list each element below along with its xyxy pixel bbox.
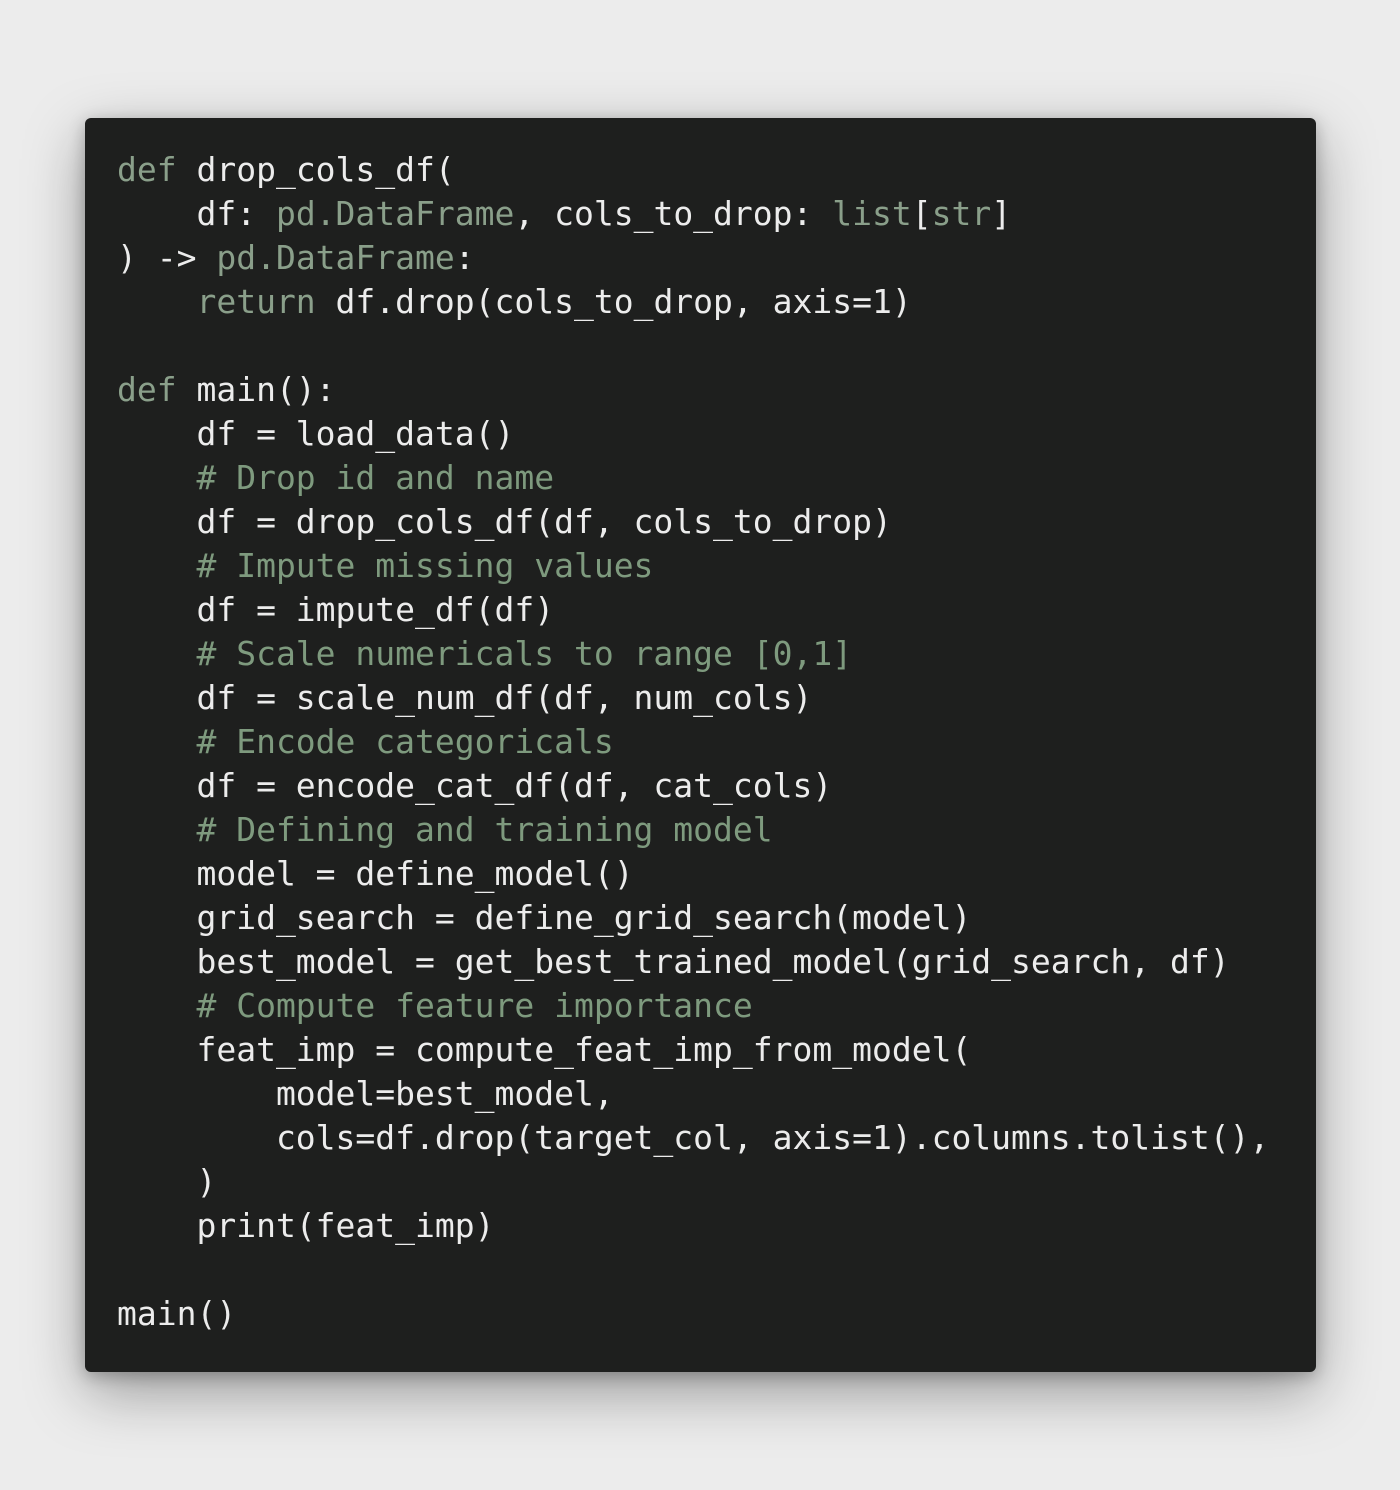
code-token: df = impute_df(df) xyxy=(117,590,555,629)
code-line: # Compute feature importance xyxy=(117,984,1269,1028)
code-token: df = load_data() xyxy=(117,414,515,453)
code-line: df = impute_df(df) xyxy=(117,588,1269,632)
code-token: ) -> xyxy=(117,238,217,277)
code-token: df: xyxy=(117,194,276,233)
type-token: pd.DataFrame xyxy=(216,238,455,277)
code-comment: # Impute missing values xyxy=(117,546,654,585)
code-token: model = define_model() xyxy=(117,854,634,893)
code-line: feat_imp = compute_feat_imp_from_model( xyxy=(117,1028,1269,1072)
code-token: grid_search = define_grid_search(model) xyxy=(117,898,972,937)
code-line: model=best_model, xyxy=(117,1072,1269,1116)
code-line: grid_search = define_grid_search(model) xyxy=(117,896,1269,940)
code-line: # Encode categoricals xyxy=(117,720,1269,764)
code-token: cols=df.drop(target_col, axis=1).columns… xyxy=(117,1118,1270,1157)
type-token: pd.DataFrame xyxy=(275,194,515,233)
code-line: model = define_model() xyxy=(117,852,1269,896)
code-comment: # Compute feature importance xyxy=(117,986,753,1025)
code-line: # Scale numericals to range [0,1] xyxy=(117,632,1269,676)
code-line: def drop_cols_df( xyxy=(117,148,1269,192)
code-token: main(): xyxy=(176,370,336,409)
code-token: best_model = get_best_trained_model(grid… xyxy=(117,942,1230,981)
code-comment: # Encode categoricals xyxy=(117,722,614,761)
code-token: main() xyxy=(117,1294,237,1333)
code-line: print(feat_imp) xyxy=(117,1204,1269,1248)
code-token: , cols_to_drop: xyxy=(514,194,833,233)
code-line: # Defining and training model xyxy=(117,808,1269,852)
code-line: cols=df.drop(target_col, axis=1).columns… xyxy=(117,1116,1269,1160)
code-line: return df.drop(cols_to_drop, axis=1) xyxy=(117,280,1269,324)
code-comment: # Drop id and name xyxy=(117,458,555,497)
keyword-token: def xyxy=(117,150,177,189)
code-token: df = encode_cat_df(df, cat_cols) xyxy=(117,766,833,805)
type-token: list xyxy=(832,194,912,233)
code-line: df = scale_num_df(df, num_cols) xyxy=(117,676,1269,720)
keyword-token: def xyxy=(117,370,177,409)
code-token: df = scale_num_df(df, num_cols) xyxy=(117,678,813,717)
code-token: ) xyxy=(117,1162,217,1201)
code-token: print(feat_imp) xyxy=(117,1206,495,1245)
code-line: df = load_data() xyxy=(117,412,1269,456)
code-token: ] xyxy=(991,194,1012,233)
code-block[interactable]: def drop_cols_df( df: pd.DataFrame, cols… xyxy=(117,148,1269,1336)
code-line: ) -> pd.DataFrame: xyxy=(117,236,1269,280)
code-token: model=best_model, xyxy=(117,1074,614,1113)
code-token: : xyxy=(454,238,475,277)
code-comment: # Scale numericals to range [0,1] xyxy=(117,634,853,673)
code-token: drop_cols_df( xyxy=(176,150,455,189)
code-token: df = drop_cols_df(df, cols_to_drop) xyxy=(117,502,892,541)
code-line: ) xyxy=(117,1160,1269,1204)
code-line: main() xyxy=(117,1292,1269,1336)
code-window: def drop_cols_df( df: pd.DataFrame, cols… xyxy=(85,118,1316,1372)
code-token: feat_imp = compute_feat_imp_from_model( xyxy=(117,1030,972,1069)
code-line: # Drop id and name xyxy=(117,456,1269,500)
code-line: df = drop_cols_df(df, cols_to_drop) xyxy=(117,500,1269,544)
code-line: # Impute missing values xyxy=(117,544,1269,588)
code-line: best_model = get_best_trained_model(grid… xyxy=(117,940,1269,984)
code-token: df.drop(cols_to_drop, axis=1) xyxy=(315,282,912,321)
code-line: df = encode_cat_df(df, cat_cols) xyxy=(117,764,1269,808)
code-token: [ xyxy=(911,194,932,233)
code-line: df: pd.DataFrame, cols_to_drop: list[str… xyxy=(117,192,1269,236)
code-comment: # Defining and training model xyxy=(117,810,773,849)
code-line: def main(): xyxy=(117,368,1269,412)
keyword-token: return xyxy=(117,282,316,321)
type-token: str xyxy=(931,194,992,233)
